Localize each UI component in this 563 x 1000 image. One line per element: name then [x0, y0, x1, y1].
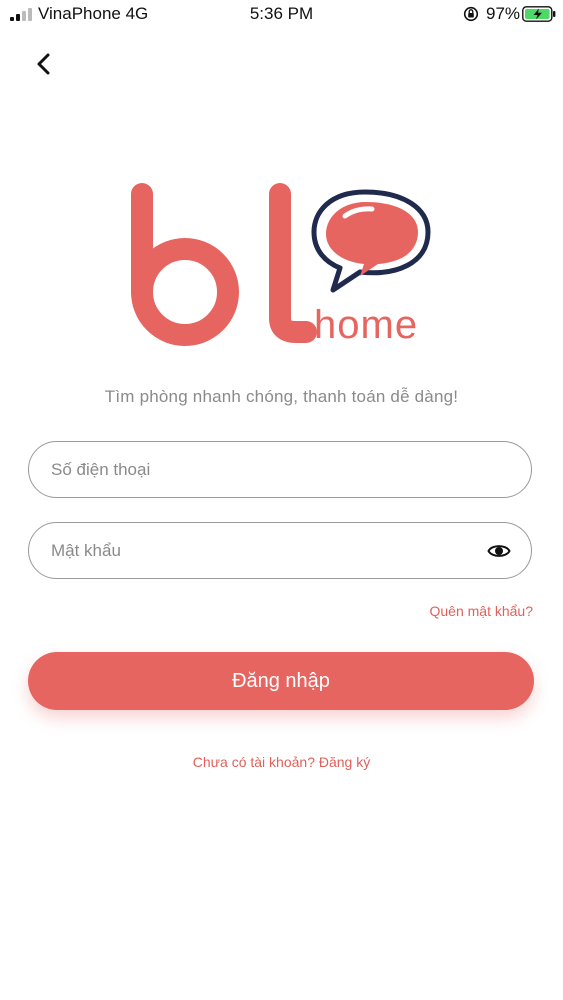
- password-input[interactable]: [51, 523, 471, 578]
- logo-letter-b: [131, 183, 239, 346]
- login-button[interactable]: Đăng nhập: [28, 652, 534, 710]
- tagline: Tìm phòng nhanh chóng, thanh toán dễ dàn…: [104, 387, 459, 406]
- battery-percent: 97%: [486, 4, 521, 23]
- logo-word-home: home: [314, 303, 418, 347]
- speech-bubble-icon: [311, 189, 431, 293]
- chevron-left-icon: [37, 53, 50, 75]
- phone-field[interactable]: [28, 441, 532, 498]
- app-logo: home: [131, 183, 431, 347]
- battery-charging-icon: [522, 6, 556, 22]
- rotation-lock-icon: [463, 6, 479, 22]
- eye-icon[interactable]: [487, 540, 511, 562]
- logo-letter-l: [269, 183, 317, 343]
- forgot-password-link[interactable]: Quên mật khẩu?: [429, 603, 533, 619]
- signup-link[interactable]: Chưa có tài khoản? Đăng ký: [0, 754, 563, 770]
- back-button[interactable]: [26, 46, 62, 82]
- phone-input[interactable]: [51, 442, 471, 497]
- status-bar: VinaPhone 4G 5:36 PM 97%: [0, 0, 563, 28]
- password-field[interactable]: [28, 522, 532, 579]
